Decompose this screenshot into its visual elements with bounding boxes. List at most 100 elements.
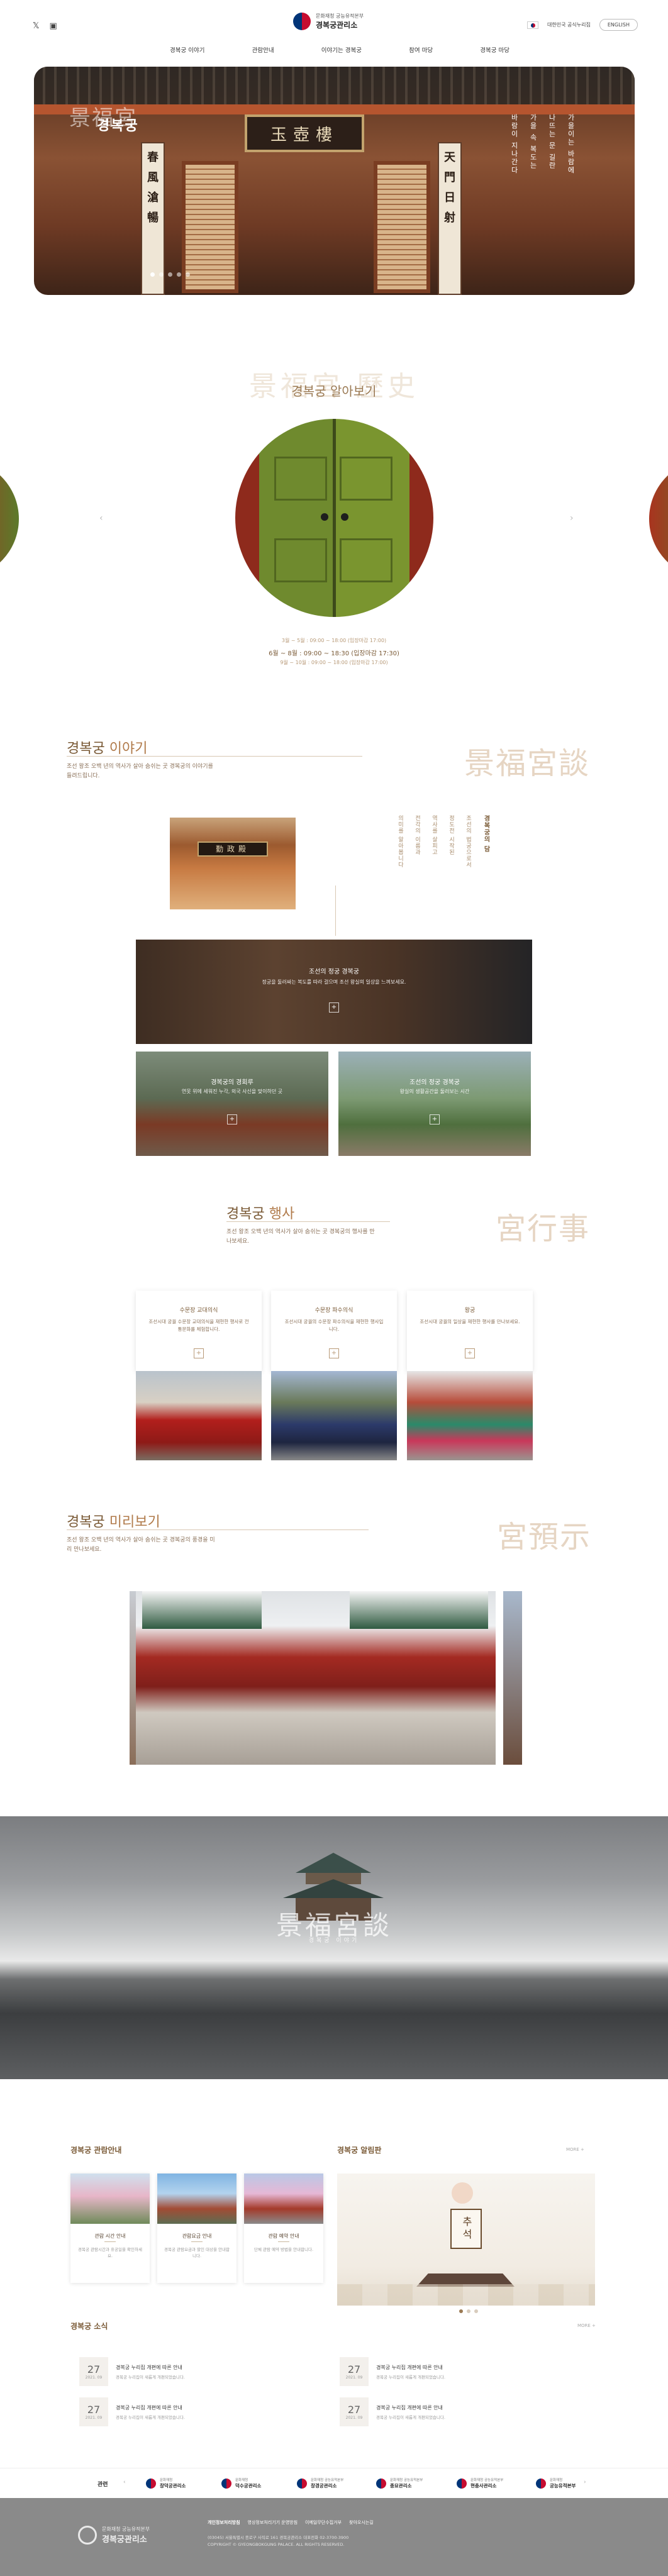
notice-date: 27 2021. 09 [340, 2397, 369, 2426]
story-hall-photo[interactable]: 勤政殿 [170, 818, 296, 909]
hero-slider[interactable]: 玉壺樓 春 風 滄 暢 天 門 日 射 景福宮 경복궁 가을이는 바람에 나뜨는… [34, 67, 635, 295]
footer-links: 개인정보처리방침 영상정보처리기기 운영방침 이메일무단수집거부 찾아오시는길 [208, 2519, 374, 2526]
intro-title: 경복궁 알아보기 [291, 384, 377, 399]
pagination-dot[interactable] [177, 272, 181, 277]
intro-next-arrow-icon[interactable]: › [570, 513, 574, 523]
guide-card[interactable]: 관람 시간 안내 경복궁 관람시간과 휴궁일을 확인하세요. [70, 2174, 150, 2283]
related-site-main: 현충사관리소 [470, 2483, 497, 2489]
preview-section-desc: 조선 왕조 오백 년의 역사가 살아 숨쉬는 곳 경복궁의 풍경을 미리 만나보… [67, 1537, 215, 1553]
notice-item[interactable]: 27 2021. 09 경복궁 누리집 개편에 따른 안내 경복궁 누리집이 새… [79, 2356, 331, 2387]
event-card[interactable]: 왕궁 조선시대 궁궐의 일상을 재현한 행사를 만나보세요. + [407, 1291, 533, 1371]
chuseok-poster[interactable]: 추석 [337, 2174, 595, 2306]
event-more-icon[interactable]: + [194, 1348, 204, 1358]
notice-day: 27 [87, 2404, 101, 2416]
guide-card[interactable]: 관람요금 안내 경복궁 관람요금과 할인 대상을 안내합니다. [157, 2174, 237, 2283]
emblem-icon [297, 2478, 307, 2489]
nav-item-guide[interactable]: 관람안내 [252, 45, 274, 54]
event-photo-ceremony[interactable] [271, 1371, 397, 1460]
hero-roof-eaves [34, 67, 635, 104]
site-logo[interactable]: 문화재청 궁능유적본부 경복궁관리소 [293, 13, 364, 30]
door-panel [274, 538, 327, 582]
card-more-icon[interactable]: + [227, 1114, 237, 1124]
notice-year-month: 2021. 09 [345, 2375, 363, 2380]
twitter-icon[interactable]: 𝕏 [33, 21, 39, 31]
poem-line: 가을이는 바람에 [567, 114, 575, 175]
pillar-char: 射 [444, 211, 455, 225]
related-site-link[interactable]: 문화재청 궁능유적본부 창경궁관리소 [297, 2477, 343, 2489]
section-title-main: 경복궁 [226, 1206, 269, 1222]
story-card-palace[interactable]: 조선의 정궁 경복궁 왕실의 생활공간을 둘러보는 시간 + [338, 1052, 531, 1156]
preview-next-slide[interactable] [503, 1591, 522, 1765]
nav-item-yard[interactable]: 경복궁 마당 [480, 45, 509, 54]
notice-item-title: 경복궁 누리집 개편에 따른 안내 [116, 2364, 182, 2370]
pagination-dot[interactable] [159, 272, 164, 277]
related-site-link[interactable]: 문화재청 창덕궁관리소 [146, 2477, 186, 2489]
instagram-icon[interactable]: ▣ [49, 21, 57, 31]
events-section-desc: 조선 왕조 오백 년의 역사가 살아 숨쉬는 곳 경복궁의 행사를 만나보세요. [226, 1229, 375, 1245]
footer-link-directions[interactable]: 찾아오시는길 [349, 2519, 374, 2526]
story-card-gyeonghoeru[interactable]: 경복궁의 경회루 연못 위에 세워진 누각, 외국 사신을 맞이하던 곳 + [136, 1052, 328, 1156]
related-site-link[interactable]: 문화재청 궁능유적본부 [536, 2477, 576, 2489]
guide-card-divider [278, 2241, 289, 2242]
footer-copyright: COPYRIGHT © GYEONGBOKGUNG PALACE. ALL RI… [208, 2542, 345, 2547]
nav-item-participation[interactable]: 참여 마당 [409, 45, 433, 54]
story-card-corridor[interactable]: 조선의 정궁 경복궁 정궁을 둘러싸는 복도를 따라 걸으며 조선 왕실의 일상… [136, 940, 532, 1044]
main-navigation: 경복궁 이야기 관람안내 이야기는 경복궁 참여 마당 경복궁 마당 [170, 45, 509, 54]
gov-portal-link[interactable]: 대한민국 공식누리집 [547, 21, 591, 28]
related-site-link[interactable]: 문화재청 덕수궁관리소 [221, 2477, 261, 2489]
footer-link-privacy[interactable]: 개인정보처리방침 [208, 2519, 240, 2526]
notice-item[interactable]: 27 2021. 09 경복궁 누리집 개편에 따른 안내 경복궁 누리집이 새… [340, 2356, 591, 2387]
card-more-icon[interactable]: + [430, 1114, 440, 1124]
site-footer: 문화재청 궁능유적본부 경복궁관리소 개인정보처리방침 영상정보처리기기 운영방… [0, 2498, 668, 2576]
pagination-dot[interactable] [467, 2309, 470, 2313]
pagination-dot[interactable] [459, 2309, 463, 2313]
notice-item[interactable]: 27 2021. 09 경복궁 누리집 개편에 따른 안내 경복궁 누리집이 새… [340, 2396, 591, 2428]
pillar-char: 日 [444, 191, 455, 204]
event-more-icon[interactable]: + [329, 1348, 339, 1358]
event-card-desc: 조선시대 궁궐의 수문장 파수의식을 재현한 행사입니다. [284, 1319, 384, 1332]
preview-prev-slide[interactable] [130, 1591, 136, 1765]
korea-flag-icon [527, 21, 539, 29]
nav-item-story[interactable]: 경복궁 이야기 [170, 45, 204, 54]
emblem-icon [376, 2478, 386, 2489]
english-button[interactable]: ENGLISH [599, 19, 638, 31]
intro-next-slide-image[interactable] [649, 459, 668, 579]
related-next-arrow-icon[interactable]: › [584, 2479, 586, 2485]
event-board-more-link[interactable]: MORE + [566, 2147, 584, 2152]
story-vertical-line: 전각의 이름과 [414, 815, 420, 855]
event-more-icon[interactable]: + [465, 1348, 475, 1358]
footer-link-email[interactable]: 이메일무단수집거부 [305, 2519, 342, 2526]
story-vertical-line: 역사를 살피고 [431, 815, 437, 855]
pagination-dot[interactable] [168, 272, 172, 277]
related-site-link[interactable]: 문화재청 궁능유적본부 종묘관리소 [376, 2477, 423, 2489]
related-site-link[interactable]: 문화재청 궁능유적본부 현충사관리소 [457, 2477, 503, 2489]
event-card[interactable]: 수문장 파수의식 조선시대 궁궐의 수문장 파수의식을 재현한 행사입니다. + [271, 1291, 397, 1371]
door-panel [340, 457, 392, 501]
event-photo-gate[interactable] [407, 1371, 533, 1460]
intro-prev-slide-image[interactable] [0, 459, 19, 579]
opening-hours-autumn: 9월 ~ 10월 : 09:00 ~ 18:00 (입장마감 17:00) [280, 660, 388, 665]
pagination-dot[interactable] [474, 2309, 478, 2313]
pagination-dot[interactable] [186, 272, 190, 277]
guide-card-title: 관람 시간 안내 [94, 2233, 126, 2239]
logo-text: 문화재청 궁능유적본부 경복궁관리소 [316, 13, 364, 30]
nav-item-palace-tales[interactable]: 이야기는 경복궁 [321, 45, 362, 54]
related-site-main: 종묘관리소 [390, 2483, 412, 2489]
intro-prev-arrow-icon[interactable]: ‹ [99, 513, 103, 523]
door-knob [341, 513, 348, 521]
event-card[interactable]: 수문장 교대의식 조선시대 궁궐 수문장 교대의식을 재현한 행사로 전통문화를… [136, 1291, 262, 1371]
event-photo-guards[interactable] [136, 1371, 262, 1460]
guide-card[interactable]: 관람 예약 안내 단체 관람 예약 방법을 안내합니다. [244, 2174, 323, 2283]
door-panel [340, 538, 392, 582]
preview-snow-alley-photo[interactable] [136, 1591, 496, 1765]
related-site-sub: 문화재청 궁능유적본부 [311, 2479, 344, 2482]
related-site-sub: 문화재청 궁능유적본부 [470, 2479, 504, 2482]
card-more-icon[interactable]: + [329, 1002, 339, 1013]
footer-link-cctv[interactable]: 영상정보처리기기 운영방침 [248, 2519, 298, 2526]
card-title: 경복궁의 경회루 [211, 1079, 253, 1086]
pagination-dot[interactable] [150, 272, 155, 277]
related-prev-arrow-icon[interactable]: ‹ [123, 2479, 126, 2485]
notice-more-link[interactable]: MORE + [577, 2323, 596, 2328]
footer-logo-text: 문화재청 궁능유적본부 경복궁관리소 [102, 2526, 150, 2545]
notice-item[interactable]: 27 2021. 09 경복궁 누리집 개편에 따른 안내 경복궁 누리집이 새… [79, 2396, 331, 2428]
